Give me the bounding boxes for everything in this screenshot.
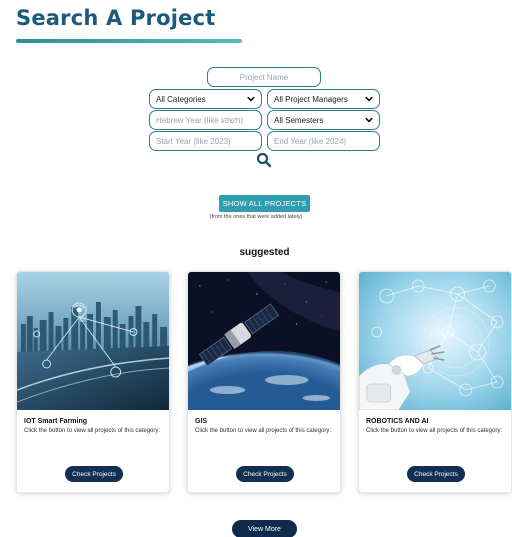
card-description: Click the button to view all projects of… xyxy=(195,428,332,434)
view-more-button[interactable]: View More xyxy=(232,520,297,537)
semester-select[interactable]: All Semesters xyxy=(267,110,380,130)
chevron-down-icon xyxy=(365,117,373,123)
start-year-input[interactable] xyxy=(149,131,262,151)
satellite-image xyxy=(188,272,340,410)
end-year-input[interactable] xyxy=(267,131,380,151)
hebrew-year-input[interactable] xyxy=(149,110,262,130)
page-title: Search A Project xyxy=(16,6,216,30)
category-card-robotics: ROBOTICS AND AI Click the button to view… xyxy=(358,271,512,493)
project-name-input[interactable] xyxy=(207,67,321,87)
check-projects-button[interactable]: Check Projects xyxy=(236,466,294,482)
chevron-down-icon xyxy=(247,96,255,102)
iot-city-image xyxy=(17,272,169,410)
suggested-heading: suggested xyxy=(239,247,290,258)
category-select[interactable]: All Categories xyxy=(149,89,262,109)
card-title: GIS xyxy=(195,418,208,425)
semester-select-value: All Semesters xyxy=(274,115,324,125)
title-underline xyxy=(16,39,242,43)
robot-ai-image xyxy=(359,272,511,410)
category-card-iot: IOT Smart Farming Click the button to vi… xyxy=(16,271,170,493)
project-manager-select-value: All Project Managers xyxy=(274,94,348,104)
card-description: Click the button to view all projects of… xyxy=(366,428,503,434)
check-projects-button[interactable]: Check Projects xyxy=(407,466,465,482)
chevron-down-icon xyxy=(365,96,373,102)
show-all-note: (from the ones that were added lately) xyxy=(209,214,303,220)
card-title: IOT Smart Farming xyxy=(24,418,88,425)
check-projects-button[interactable]: Check Projects xyxy=(65,466,123,482)
project-manager-select[interactable]: All Project Managers xyxy=(267,89,380,109)
category-select-value: All Categories xyxy=(156,94,206,104)
card-description: Click the button to view all projects of… xyxy=(24,428,161,434)
show-all-projects-button[interactable]: SHOW ALL PROJECTS xyxy=(219,195,310,212)
card-title: ROBOTICS AND AI xyxy=(366,418,429,425)
category-card-gis: GIS Click the button to view all project… xyxy=(187,271,341,493)
search-icon[interactable] xyxy=(256,152,272,168)
